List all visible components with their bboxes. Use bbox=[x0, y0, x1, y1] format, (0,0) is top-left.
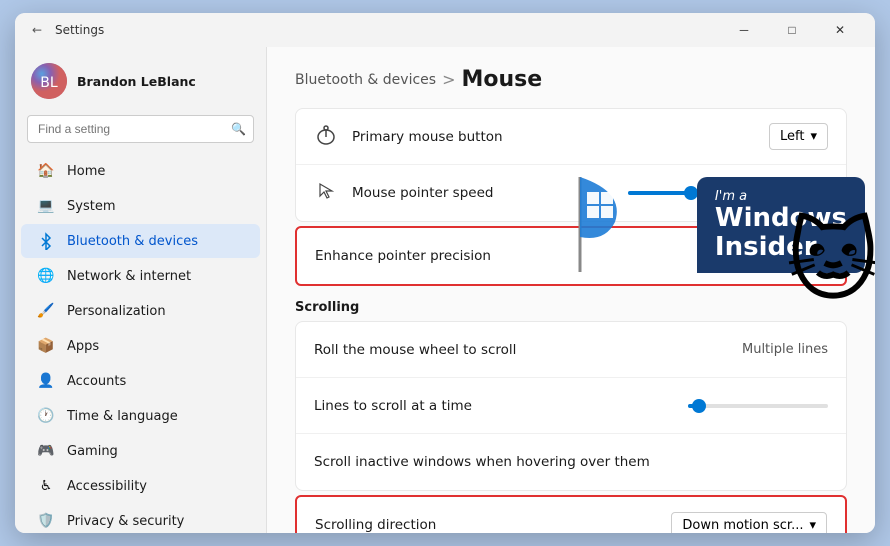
sidebar-label-system: System bbox=[67, 199, 115, 214]
primary-mouse-button-control[interactable]: Left ▾ bbox=[769, 123, 828, 150]
user-name: Brandon LeBlanc bbox=[77, 74, 196, 89]
pointer-speed-label: Mouse pointer speed bbox=[352, 185, 628, 201]
gaming-nav-icon: 🎮 bbox=[37, 442, 55, 460]
lines-slider[interactable] bbox=[688, 404, 828, 408]
sidebar-label-personalization: Personalization bbox=[67, 304, 166, 319]
time-nav-icon: 🕐 bbox=[37, 407, 55, 425]
cursor-icon bbox=[314, 182, 338, 204]
sidebar-item-network[interactable]: 🌐 Network & internet bbox=[21, 259, 260, 293]
settings-window: ← Settings ─ □ ✕ bbox=[15, 13, 875, 533]
dropdown-value: Left bbox=[780, 129, 804, 144]
primary-mouse-dropdown[interactable]: Left ▾ bbox=[769, 123, 828, 150]
network-nav-icon: 🌐 bbox=[37, 267, 55, 285]
mouse-icon bbox=[314, 125, 338, 149]
window-title: Settings bbox=[55, 23, 713, 37]
lines-slider-track bbox=[688, 404, 828, 408]
lines-scroll-control[interactable] bbox=[688, 404, 828, 408]
breadcrumb: Bluetooth & devices > Mouse bbox=[295, 67, 847, 92]
scrolling-direction-label: Scrolling direction bbox=[315, 517, 671, 533]
scrolling-direction-row[interactable]: Scrolling direction Down motion scr... ▾ bbox=[297, 497, 845, 533]
chevron-down-icon-2: ▾ bbox=[809, 518, 816, 533]
enhance-precision-row[interactable]: Enhance pointer precision bbox=[297, 228, 845, 284]
apps-nav-icon: 📦 bbox=[37, 337, 55, 355]
scrolling-heading: Scrolling bbox=[295, 300, 847, 315]
sidebar-label-accounts: Accounts bbox=[67, 374, 126, 389]
lines-scroll-row[interactable]: Lines to scroll at a time bbox=[296, 378, 846, 434]
search-icon: 🔍 bbox=[231, 122, 246, 136]
pointer-speed-control[interactable] bbox=[628, 191, 828, 195]
sidebar-label-home: Home bbox=[67, 164, 105, 179]
scrolling-direction-dropdown[interactable]: Down motion scr... ▾ bbox=[671, 512, 827, 534]
personalization-nav-icon: 🖌️ bbox=[37, 302, 55, 320]
scroll-inactive-row[interactable]: Scroll inactive windows when hovering ov… bbox=[296, 434, 846, 490]
breadcrumb-parent[interactable]: Bluetooth & devices bbox=[295, 72, 436, 88]
title-bar: ← Settings ─ □ ✕ bbox=[15, 13, 875, 47]
sidebar-item-bluetooth[interactable]: Bluetooth & devices bbox=[21, 224, 260, 258]
scroll-inactive-label: Scroll inactive windows when hovering ov… bbox=[314, 454, 828, 470]
sidebar-item-home[interactable]: 🏠 Home bbox=[21, 154, 260, 188]
sidebar-item-time[interactable]: 🕐 Time & language bbox=[21, 399, 260, 433]
bluetooth-nav-icon bbox=[37, 232, 55, 250]
sidebar-label-bluetooth: Bluetooth & devices bbox=[67, 234, 198, 249]
enhance-precision-card[interactable]: Enhance pointer precision bbox=[295, 226, 847, 286]
sidebar-label-time: Time & language bbox=[67, 409, 178, 424]
sidebar-label-accessibility: Accessibility bbox=[67, 479, 147, 494]
speed-slider[interactable] bbox=[628, 191, 828, 195]
sidebar-item-accessibility[interactable]: ♿ Accessibility bbox=[21, 469, 260, 503]
sidebar-item-personalization[interactable]: 🖌️ Personalization bbox=[21, 294, 260, 328]
breadcrumb-separator: > bbox=[442, 70, 455, 89]
avatar: BL bbox=[31, 63, 67, 99]
sidebar-label-network: Network & internet bbox=[67, 269, 191, 284]
maximize-button[interactable]: □ bbox=[769, 14, 815, 46]
sidebar-label-gaming: Gaming bbox=[67, 444, 118, 459]
pointer-speed-row[interactable]: Mouse pointer speed bbox=[296, 165, 846, 221]
scrolling-card: Roll the mouse wheel to scroll Multiple … bbox=[295, 321, 847, 491]
chevron-down-icon: ▾ bbox=[810, 129, 817, 144]
enhance-precision-label: Enhance pointer precision bbox=[315, 248, 827, 264]
window-controls: ─ □ ✕ bbox=[721, 14, 863, 46]
content-area: BL Brandon LeBlanc 🔍 🏠 Home 💻 System Blueto… bbox=[15, 47, 875, 533]
lines-scroll-label: Lines to scroll at a time bbox=[314, 398, 688, 414]
primary-mouse-button-label: Primary mouse button bbox=[352, 129, 769, 145]
roll-wheel-label: Roll the mouse wheel to scroll bbox=[314, 342, 742, 358]
home-nav-icon: 🏠 bbox=[37, 162, 55, 180]
scrolling-direction-card[interactable]: Scrolling direction Down motion scr... ▾ bbox=[295, 495, 847, 533]
roll-wheel-control: Multiple lines bbox=[742, 342, 828, 357]
sidebar-label-privacy: Privacy & security bbox=[67, 514, 184, 529]
sidebar-item-privacy[interactable]: 🛡️ Privacy & security bbox=[21, 504, 260, 533]
minimize-button[interactable]: ─ bbox=[721, 14, 767, 46]
main-content: Bluetooth & devices > Mouse Primary mous… bbox=[267, 47, 875, 533]
page-title: Mouse bbox=[461, 67, 542, 92]
primary-mouse-button-row[interactable]: Primary mouse button Left ▾ bbox=[296, 109, 846, 165]
accounts-nav-icon: 👤 bbox=[37, 372, 55, 390]
sidebar-item-accounts[interactable]: 👤 Accounts bbox=[21, 364, 260, 398]
user-section[interactable]: BL Brandon LeBlanc bbox=[15, 55, 266, 111]
scroll-dir-value: Down motion scr... bbox=[682, 518, 803, 533]
lines-slider-thumb[interactable] bbox=[692, 399, 706, 413]
slider-thumb[interactable] bbox=[684, 186, 698, 200]
slider-track bbox=[628, 191, 828, 195]
svg-text:BL: BL bbox=[40, 75, 58, 91]
search-box: 🔍 bbox=[27, 115, 254, 143]
close-button[interactable]: ✕ bbox=[817, 14, 863, 46]
mouse-settings-card: Primary mouse button Left ▾ Mous bbox=[295, 108, 847, 222]
roll-wheel-row[interactable]: Roll the mouse wheel to scroll Multiple … bbox=[296, 322, 846, 378]
roll-wheel-value: Multiple lines bbox=[742, 342, 828, 357]
search-input[interactable] bbox=[27, 115, 254, 143]
sidebar-item-gaming[interactable]: 🎮 Gaming bbox=[21, 434, 260, 468]
system-nav-icon: 💻 bbox=[37, 197, 55, 215]
slider-fill bbox=[628, 191, 688, 195]
sidebar-label-apps: Apps bbox=[67, 339, 99, 354]
back-button[interactable]: ← bbox=[27, 20, 47, 40]
sidebar: BL Brandon LeBlanc 🔍 🏠 Home 💻 System Blueto… bbox=[15, 47, 267, 533]
accessibility-nav-icon: ♿ bbox=[37, 477, 55, 495]
sidebar-item-system[interactable]: 💻 System bbox=[21, 189, 260, 223]
privacy-nav-icon: 🛡️ bbox=[37, 512, 55, 530]
nav-list: 🏠 Home 💻 System Bluetooth & devices 🌐 Network… bbox=[15, 153, 266, 533]
sidebar-item-apps[interactable]: 📦 Apps bbox=[21, 329, 260, 363]
scrolling-direction-control[interactable]: Down motion scr... ▾ bbox=[671, 512, 827, 534]
